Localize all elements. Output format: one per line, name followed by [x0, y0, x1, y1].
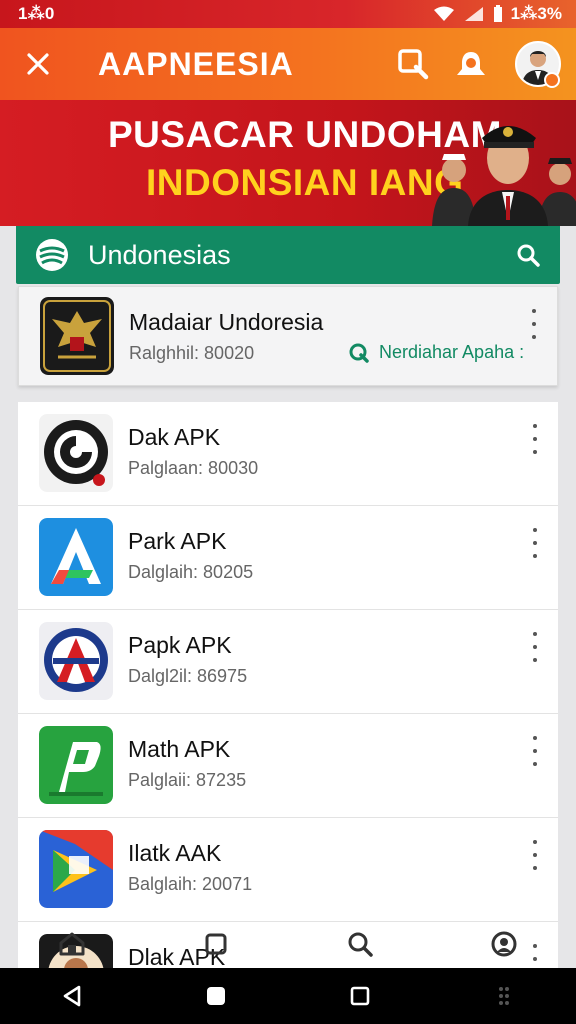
section-header: Undonesias	[16, 226, 560, 284]
banner-officials-image	[432, 126, 576, 226]
app-meta: Palglaan: 80030	[128, 458, 259, 478]
battery-icon	[493, 5, 502, 22]
featured-action-label: Nerdiahar Apaha :	[379, 341, 525, 362]
app-bottom-nav	[0, 920, 576, 968]
status-time: 1⁂0	[18, 4, 55, 23]
app-meta: Dalgl2il: 86975	[128, 666, 248, 686]
more-options-button[interactable]	[524, 528, 546, 558]
refresh-icon	[349, 343, 369, 363]
app-name: Ilatk AAK	[128, 840, 222, 866]
more-options-button[interactable]	[524, 632, 546, 662]
promo-banner[interactable]: PUSACAR UNDOHAM INDONSIAN IANG	[0, 100, 576, 226]
featured-more-button[interactable]	[523, 309, 545, 339]
list-item[interactable]: Dak APK Palglaan: 80030	[18, 402, 558, 506]
more-options-button[interactable]	[524, 840, 546, 870]
nav-profile-button[interactable]	[474, 920, 534, 968]
app-meta: Dalglaih: 80205	[128, 562, 254, 582]
app-meta: Balglaih: 20071	[128, 874, 253, 894]
profile-icon	[491, 931, 517, 957]
search-icon	[348, 932, 373, 957]
close-icon	[27, 53, 49, 75]
banner-subheadline: INDONSIAN IANG	[146, 162, 464, 203]
status-bar: 1⁂0 1⁂3%	[0, 0, 576, 28]
green-p-icon	[39, 726, 113, 804]
list-item[interactable]: Ilatk AAK Balglaih: 20071	[18, 818, 558, 922]
home-button[interactable]	[176, 968, 256, 1024]
profile-avatar-button[interactable]	[500, 28, 576, 100]
bell-icon	[457, 52, 485, 75]
list-item[interactable]: Math APK Palglaii: 87235	[18, 714, 558, 818]
red-a-badge-icon	[39, 622, 113, 700]
battery-percent: 1⁂3%	[510, 4, 562, 23]
close-button[interactable]	[0, 28, 76, 100]
recents-icon	[350, 986, 370, 1006]
featured-app-card[interactable]: Madaiar Undoresia Ralghhil: 80020 Nerdia…	[18, 286, 558, 386]
featured-action-link[interactable]: Nerdiahar Apaha :	[347, 341, 524, 363]
back-icon	[63, 985, 81, 1007]
recents-button[interactable]	[320, 968, 400, 1024]
wifi-icon	[433, 6, 454, 21]
app-name: Park APK	[128, 528, 227, 554]
list-item[interactable]: Papk APK Dalgl2il: 86975	[18, 610, 558, 714]
garuda-emblem-icon	[40, 297, 114, 375]
status-icons: 1⁂3%	[433, 4, 562, 24]
app-name: Math APK	[128, 736, 231, 762]
swirl-badge-icon	[39, 414, 113, 492]
section-logo-icon	[36, 239, 68, 271]
blue-a-icon	[39, 518, 113, 596]
more-options-button[interactable]	[524, 424, 546, 454]
square-icon	[205, 933, 227, 955]
keyboard-switch-button[interactable]	[464, 968, 544, 1024]
nav-home-button[interactable]	[42, 920, 102, 968]
section-search-button[interactable]	[496, 242, 560, 268]
dots-icon	[499, 987, 509, 1005]
nav-search-button[interactable]	[330, 920, 390, 968]
nav-library-button[interactable]	[186, 920, 246, 968]
section-title: Undonesias	[88, 239, 231, 270]
notifications-button[interactable]	[442, 28, 500, 100]
search-icon	[517, 244, 540, 267]
list-item[interactable]: Park APK Dalglaih: 80205	[18, 506, 558, 610]
system-nav-bar	[0, 968, 576, 1024]
app-title: AAPNEESIA	[98, 45, 294, 82]
app-list: Dak APK Palglaan: 80030 Park APK Dalglai…	[18, 402, 558, 968]
search-icon	[398, 49, 429, 80]
more-options-button[interactable]	[524, 736, 546, 766]
app-name: Papk APK	[128, 632, 232, 658]
search-button[interactable]	[384, 28, 442, 100]
signal-icon	[464, 7, 483, 21]
avatar-badge	[544, 72, 560, 88]
featured-app-name: Madaiar Undoresia	[129, 309, 324, 335]
featured-app-meta: Ralghhil: 80020	[129, 343, 255, 363]
back-button[interactable]	[32, 968, 112, 1024]
app-bar: AAPNEESIA	[0, 28, 576, 100]
app-name: Dak APK	[128, 424, 221, 450]
home-circle-icon	[207, 987, 225, 1005]
play-wedge-icon	[39, 830, 113, 908]
home-icon	[59, 932, 85, 956]
app-meta: Palglaii: 87235	[128, 770, 247, 790]
